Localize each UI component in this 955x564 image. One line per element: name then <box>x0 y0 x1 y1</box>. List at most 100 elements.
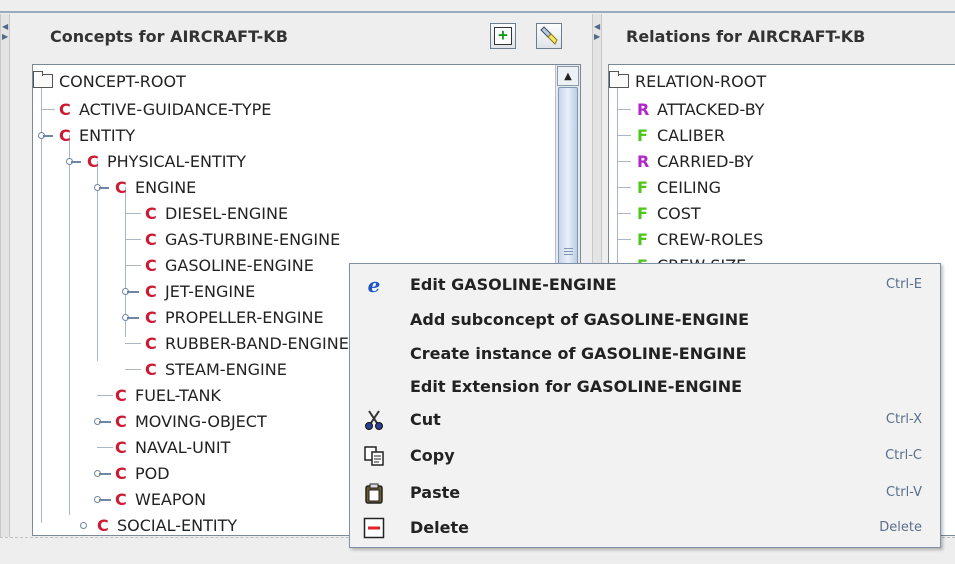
tree-node[interactable]: C NAVAL-UNIT <box>115 434 230 460</box>
menu-item-accelerator: Ctrl-V <box>886 485 922 500</box>
menu-item-delete[interactable]: Delete Delete <box>350 509 940 546</box>
tree-node-label: STEAM-ENGINE <box>165 359 287 379</box>
tree-node[interactable]: C SOCIAL-ENTITY <box>97 512 238 535</box>
tree-node-label: ACTIVE-GUIDANCE-TYPE <box>79 99 272 119</box>
tree-node[interactable]: F COST <box>637 200 701 226</box>
scissors-icon <box>362 408 386 432</box>
tree-node-label: FUEL-TANK <box>135 385 221 405</box>
concept-tag-icon: C <box>115 463 127 483</box>
collapse-knob-icon[interactable] <box>80 522 87 529</box>
left-splitter[interactable]: ◀ ▶ <box>0 14 10 554</box>
tree-node-label: POD <box>135 463 170 483</box>
menu-item-edit-extension[interactable]: Edit Extension for GASOLINE-ENGINE <box>350 368 940 405</box>
tree-node-label: PHYSICAL-ENTITY <box>107 151 246 171</box>
tree-node-root[interactable]: CONCEPT-ROOT <box>33 68 186 94</box>
function-tag-icon: F <box>637 229 648 249</box>
concept-tag-icon: C <box>59 99 71 119</box>
tree-node[interactable]: C GAS-TURBINE-ENGINE <box>145 226 340 252</box>
splitter-right-arrow-icon[interactable]: ▶ <box>594 32 600 41</box>
copy-icon <box>362 444 386 468</box>
function-tag-icon: F <box>637 125 648 145</box>
menu-item-cut[interactable]: Cut Ctrl-X <box>350 401 940 438</box>
menu-item-label: Delete <box>410 518 469 537</box>
tree-node[interactable]: C JET-ENGINE <box>145 278 255 304</box>
concept-tag-icon: C <box>145 203 157 223</box>
tree-node-label: GAS-TURBINE-ENGINE <box>165 229 341 249</box>
tree-node[interactable]: C MOVING-OBJECT <box>115 408 267 434</box>
menu-item-add-subconcept[interactable]: Add subconcept of GASOLINE-ENGINE <box>350 301 940 338</box>
menu-item-label: Cut <box>410 410 441 429</box>
function-tag-icon: F <box>637 203 648 223</box>
relation-tag-icon: R <box>637 99 650 119</box>
splitter-left-arrow-icon[interactable]: ◀ <box>594 22 600 31</box>
tree-node-label: RUBBER-BAND-ENGINE <box>165 333 349 353</box>
tree-node[interactable]: C POD <box>115 460 170 486</box>
splitter-right-arrow-icon[interactable]: ▶ <box>2 32 8 41</box>
tree-node-label: CREW-ROLES <box>657 229 764 249</box>
flashlight-icon <box>540 26 558 45</box>
tree-node-label: CALIBER <box>657 125 725 145</box>
menu-item-create-instance[interactable]: Create instance of GASOLINE-ENGINE <box>350 335 940 372</box>
menu-item-edit[interactable]: e Edit GASOLINE-ENGINE Ctrl-E <box>350 266 940 303</box>
concept-tag-icon: C <box>87 151 99 171</box>
menu-item-paste[interactable]: Paste Ctrl-V <box>350 474 940 511</box>
top-border <box>0 0 955 13</box>
tree-node[interactable]: C ACTIVE-GUIDANCE-TYPE <box>59 96 271 122</box>
tree-node-label: ENGINE <box>135 177 197 197</box>
tree-node-root[interactable]: RELATION-ROOT <box>609 68 766 94</box>
tree-node[interactable]: C STEAM-ENGINE <box>145 356 287 382</box>
relations-panel-header: Relations for AIRCRAFT-KB <box>602 14 955 58</box>
tree-node[interactable]: C PHYSICAL-ENTITY <box>87 148 246 174</box>
tree-node-label: MOVING-OBJECT <box>135 411 267 431</box>
tree-node-label: ENTITY <box>79 125 136 145</box>
concept-tag-icon: C <box>145 307 157 327</box>
folder-icon <box>33 71 53 88</box>
concepts-panel-title: Concepts for AIRCRAFT-KB <box>50 26 288 46</box>
tree-node[interactable]: F CEILING <box>637 174 721 200</box>
menu-item-label: Copy <box>410 446 455 465</box>
tree-node[interactable]: C FUEL-TANK <box>115 382 221 408</box>
folder-icon <box>609 71 629 88</box>
tree-node[interactable]: C DIESEL-ENGINE <box>145 200 288 226</box>
concept-tag-icon: C <box>145 255 157 275</box>
concept-tag-icon: C <box>145 281 157 301</box>
tree-node[interactable]: C RUBBER-BAND-ENGINE <box>145 330 349 356</box>
tree-node-label: WEAPON <box>135 489 207 509</box>
tree-node[interactable]: C ENGINE <box>115 174 196 200</box>
tree-node-label: ATTACKED-BY <box>657 99 765 119</box>
menu-item-label: Create instance of GASOLINE-ENGINE <box>410 344 747 363</box>
edit-e-icon: e <box>367 272 381 297</box>
function-tag-icon: F <box>637 177 648 197</box>
tree-node-label: COST <box>657 203 701 223</box>
tree-node-label: SOCIAL-ENTITY <box>117 515 238 535</box>
menu-item-copy[interactable]: Copy Ctrl-C <box>350 437 940 474</box>
add-concept-button[interactable]: + <box>490 23 516 49</box>
tree-node[interactable]: R ATTACKED-BY <box>637 96 765 122</box>
concept-tag-icon: C <box>145 229 157 249</box>
tree-node-label: NAVAL-UNIT <box>135 437 231 457</box>
splitter-left-arrow-icon[interactable]: ◀ <box>2 22 8 31</box>
tree-node-label: RELATION-ROOT <box>635 71 767 91</box>
tree-node[interactable]: C PROPELLER-ENGINE <box>145 304 324 330</box>
tree-node[interactable]: F CALIBER <box>637 122 725 148</box>
tree-node[interactable]: F CREW-ROLES <box>637 226 763 252</box>
tree-node-label: CARRIED-BY <box>657 151 754 171</box>
tree-node-label: CONCEPT-ROOT <box>59 71 186 91</box>
tree-node[interactable]: R CARRIED-BY <box>637 148 754 174</box>
scroll-up-arrow-icon[interactable]: ▲ <box>557 66 579 86</box>
concept-tag-icon: C <box>115 385 127 405</box>
menu-item-accelerator: Ctrl-E <box>885 277 922 292</box>
tree-node[interactable]: C ENTITY <box>59 122 135 148</box>
relation-tag-icon: R <box>637 151 650 171</box>
plus-icon: + <box>494 27 512 45</box>
menu-item-label: Add subconcept of GASOLINE-ENGINE <box>410 310 750 329</box>
concept-tag-icon: C <box>115 437 127 457</box>
tree-node-label: DIESEL-ENGINE <box>165 203 289 223</box>
tree-node-label: CEILING <box>657 177 721 197</box>
tree-node[interactable]: C WEAPON <box>115 486 206 512</box>
find-button[interactable] <box>536 23 562 49</box>
tree-node[interactable]: C GASOLINE-ENGINE <box>145 252 314 278</box>
concept-tag-icon: C <box>115 489 127 509</box>
concepts-panel-header: Concepts for AIRCRAFT-KB + <box>10 14 590 58</box>
tree-node-label: JET-ENGINE <box>165 281 256 301</box>
